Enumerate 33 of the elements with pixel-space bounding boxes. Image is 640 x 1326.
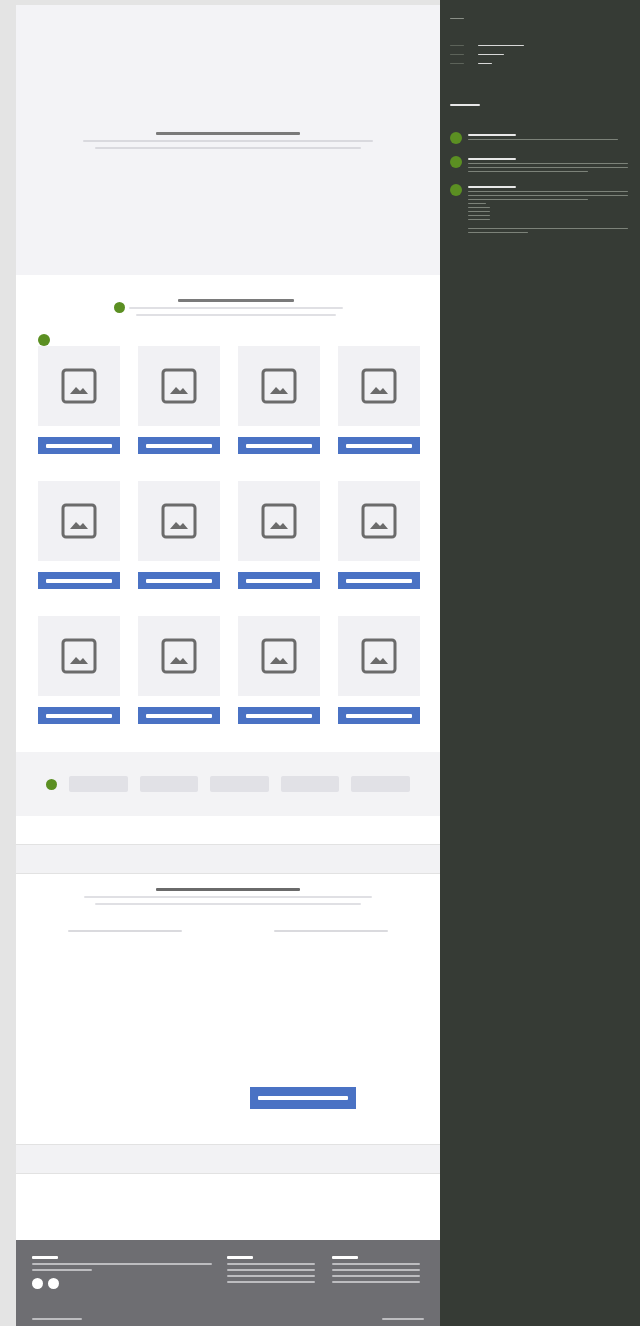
image-icon: [261, 368, 297, 404]
image-icon: [61, 638, 97, 674]
social-icon[interactable]: [32, 1278, 43, 1289]
image-icon: [361, 368, 397, 404]
annotation-marker: [38, 334, 50, 346]
card-button[interactable]: [38, 437, 120, 454]
card-button[interactable]: [338, 572, 420, 589]
card-button[interactable]: [238, 572, 320, 589]
note-marker: [450, 184, 462, 196]
note-marker: [450, 156, 462, 168]
image-icon: [61, 368, 97, 404]
card-button[interactable]: [138, 572, 220, 589]
submit-button[interactable]: [250, 1087, 356, 1109]
image-icon: [161, 638, 197, 674]
image-icon: [161, 503, 197, 539]
card-button[interactable]: [38, 572, 120, 589]
image-icon: [361, 638, 397, 674]
card-button[interactable]: [238, 437, 320, 454]
note-marker: [450, 132, 462, 144]
card-button[interactable]: [138, 437, 220, 454]
card-button[interactable]: [338, 437, 420, 454]
card-button[interactable]: [38, 707, 120, 724]
image-icon: [361, 503, 397, 539]
social-icon[interactable]: [48, 1278, 59, 1289]
image-icon: [261, 638, 297, 674]
annotation-marker: [114, 302, 125, 313]
annotation-marker: [46, 778, 57, 790]
card-button[interactable]: [338, 707, 420, 724]
card-button[interactable]: [138, 707, 220, 724]
image-icon: [161, 368, 197, 404]
image-icon: [261, 503, 297, 539]
image-icon: [61, 503, 97, 539]
card-button[interactable]: [238, 707, 320, 724]
